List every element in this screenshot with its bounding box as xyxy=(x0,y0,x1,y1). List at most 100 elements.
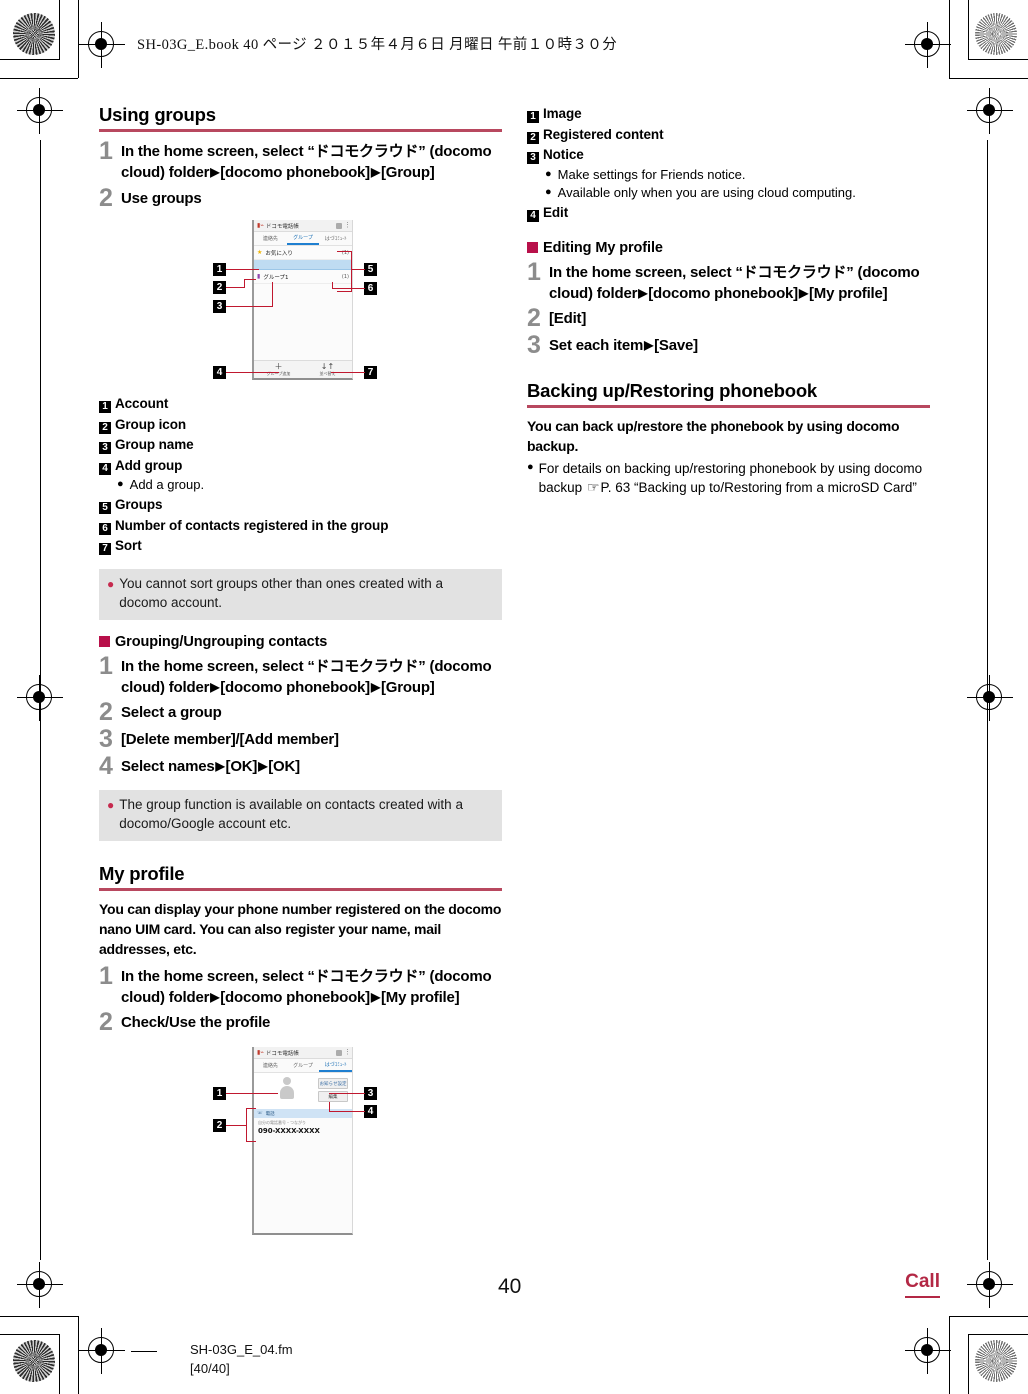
legend-label: Number of contacts registered in the gro… xyxy=(115,517,389,533)
step-text-segment: [Group] xyxy=(381,678,435,696)
note-text: You cannot sort groups other than ones c… xyxy=(119,575,443,610)
leader-line-2a xyxy=(226,1125,246,1127)
phone-tab-contacts[interactable]: 連絡先 xyxy=(254,1059,287,1072)
bullet-icon: ● xyxy=(107,798,115,813)
registration-starburst-bottom-right xyxy=(975,1340,1017,1382)
step-number: 2 xyxy=(527,304,541,333)
registration-starburst-top-left xyxy=(13,13,55,55)
backup-reference-text: For details on backing up/restoring phon… xyxy=(539,459,930,498)
step-number: 2 xyxy=(99,1008,113,1037)
phone-number-value: 090-XXXX-XXXX xyxy=(258,1127,320,1136)
phone-button-notice[interactable]: お知らせ設定 xyxy=(318,1078,348,1090)
callout-marker-4: 4 xyxy=(213,366,226,380)
leader-line-2b xyxy=(246,1108,247,1143)
legend-sub-text: Make settings for Friends notice. xyxy=(557,166,746,182)
crop-mark-br-h xyxy=(968,1334,1028,1335)
left-column: Using groups 1 In the home screen, select… xyxy=(99,104,502,1242)
step-number: 1 xyxy=(99,961,113,990)
phone-status-bar: ▮⌁ ドコモ電話帳 ⋮ xyxy=(254,1047,352,1060)
crop-mark-tr-h xyxy=(968,59,1028,60)
leader-line-2b xyxy=(244,279,245,289)
leader-line-2c xyxy=(246,1108,256,1110)
step-text-japanese: ドコモクラウド xyxy=(314,656,419,675)
legend-number-marker: 4 xyxy=(527,210,539,223)
share-icon xyxy=(336,1049,342,1056)
step-text-segment: In the home screen, select “ xyxy=(549,263,743,281)
leader-line-5c xyxy=(337,251,351,253)
phone-row-account-highlighted[interactable] xyxy=(254,260,352,271)
phone-button-add-group[interactable]: ＋ グループ追加 xyxy=(254,361,303,378)
right-column: 1 Image 2 Registered content 3 Notice ● Make se… xyxy=(527,104,930,498)
callout-marker-3: 3 xyxy=(364,1087,377,1101)
file-footer-pages: [40/40] xyxy=(190,1360,230,1376)
step-text: Check/Use the profile xyxy=(121,1012,502,1033)
note-text: The group function is available on conta… xyxy=(119,797,463,832)
page-number: 40 xyxy=(498,1275,522,1298)
step-number: 3 xyxy=(99,724,113,753)
steps-using-groups: 1 In the home screen, select “ドコモクラウド” (d… xyxy=(99,139,502,211)
step-text: In the home screen, select “ドコモクラウド” (do… xyxy=(549,262,930,305)
registration-mark-bottom-left xyxy=(79,1328,125,1374)
phone-tab-groups[interactable]: グループ xyxy=(286,232,320,246)
page-title-my-profile: My profile xyxy=(99,863,185,885)
legend-sub-item: ● Available only when you are using cloud… xyxy=(545,184,930,203)
note-box-sort: ● You cannot sort groups other than ones… xyxy=(99,568,502,620)
avatar-head xyxy=(283,1077,291,1086)
callout-marker-5: 5 xyxy=(364,263,377,277)
legend-my-profile: 1 Image 2 Registered content 3 Notice ● Make se… xyxy=(527,104,930,224)
grouping-step: 1 In the home screen, select “ドコモクラウド” (d… xyxy=(99,651,502,699)
step-number: 1 xyxy=(527,257,541,286)
leader-line-4a xyxy=(329,1111,365,1113)
step-text-segment: [docomo phonebook] xyxy=(220,678,370,696)
registration-mark-left-lower xyxy=(17,1262,63,1308)
legend-item: 6 Number of contacts registered in the gr… xyxy=(99,516,502,537)
crop-mark-bl-v xyxy=(59,1334,60,1394)
subheading-grouping-contacts: Grouping/Ungrouping contacts xyxy=(99,634,502,650)
step-text: Select names▶[OK]▶[OK] xyxy=(121,756,502,777)
step-number: 1 xyxy=(99,651,113,680)
bullet-icon: ● xyxy=(527,460,534,473)
section-rule xyxy=(99,888,502,892)
leader-line-4 xyxy=(226,372,279,374)
step-text-segment: In the home screen, select “ xyxy=(121,657,315,675)
registration-mark-top-right xyxy=(905,22,951,68)
bullet-icon: ● xyxy=(545,167,552,180)
backup-reference-item: ● For details on backing up/restoring ph… xyxy=(527,459,930,498)
step-text-segment: Set each item xyxy=(549,337,644,355)
phone-row-group1[interactable]: ▮ グループ1 (1) xyxy=(254,270,352,285)
phone-row-favorites[interactable]: ★ お気に入り (1) xyxy=(254,246,352,261)
leader-line-3 xyxy=(329,1093,365,1095)
phone-row-label: グループ1 xyxy=(263,274,289,281)
signal-icon: ▮⌁ xyxy=(257,222,264,229)
step-text: [Edit] xyxy=(549,308,930,329)
legend-label: Sort xyxy=(115,538,142,554)
bullet-icon: ● xyxy=(545,186,552,199)
leader-line-5b xyxy=(351,251,352,293)
phone-tab-community[interactable]: はづｺﾐｭ-ﾄ xyxy=(319,232,352,245)
step-text-segment: [docomo phonebook] xyxy=(220,989,370,1007)
step-number: 4 xyxy=(99,751,113,780)
phone-row-label: お気に入り xyxy=(265,250,293,257)
grouping-step: 3 [Delete member]/[Add member] xyxy=(99,724,502,753)
callout-marker-1: 1 xyxy=(213,1087,226,1101)
legend-number-marker: 6 xyxy=(99,522,111,535)
star-icon: ★ xyxy=(257,249,263,257)
step-text: In the home screen, select “ドコモクラウド” (do… xyxy=(121,656,502,699)
phone-tab-contacts[interactable]: 連絡先 xyxy=(254,232,287,245)
phone-tab-community[interactable]: はづｺﾐｭ-ﾄ xyxy=(319,1059,352,1073)
using-groups-step: 2 Use groups xyxy=(99,185,502,211)
phone-tab-groups[interactable]: グループ xyxy=(287,1059,320,1072)
crop-mark-tl-h xyxy=(0,59,60,60)
phone-screenshot-my-profile: ▮⌁ ドコモ電話帳 ⋮ 連絡先 グループ はづｺﾐｭ-ﾄ お知らせ設定 編集 ☏… xyxy=(252,1047,353,1236)
legend-number-marker: 3 xyxy=(527,152,539,165)
intro-my-profile: You can display your phone number regist… xyxy=(99,901,502,957)
step-text-segment: Check/Use the profile xyxy=(121,1014,271,1032)
legend-item: 2 Registered content xyxy=(527,125,930,146)
legend-label: Groups xyxy=(115,497,163,513)
phone-button-sort[interactable]: ↓↑ 並べ替え xyxy=(303,361,352,378)
legend-item: 3 Group name xyxy=(99,435,502,456)
phone-receiver-icon: ☏ xyxy=(257,1111,263,1117)
step-arrow-icon: ▶ xyxy=(370,679,381,694)
legend-item: 7 Sort xyxy=(99,536,502,557)
legend-sub-item: ● Make settings for Friends notice. xyxy=(545,166,930,185)
